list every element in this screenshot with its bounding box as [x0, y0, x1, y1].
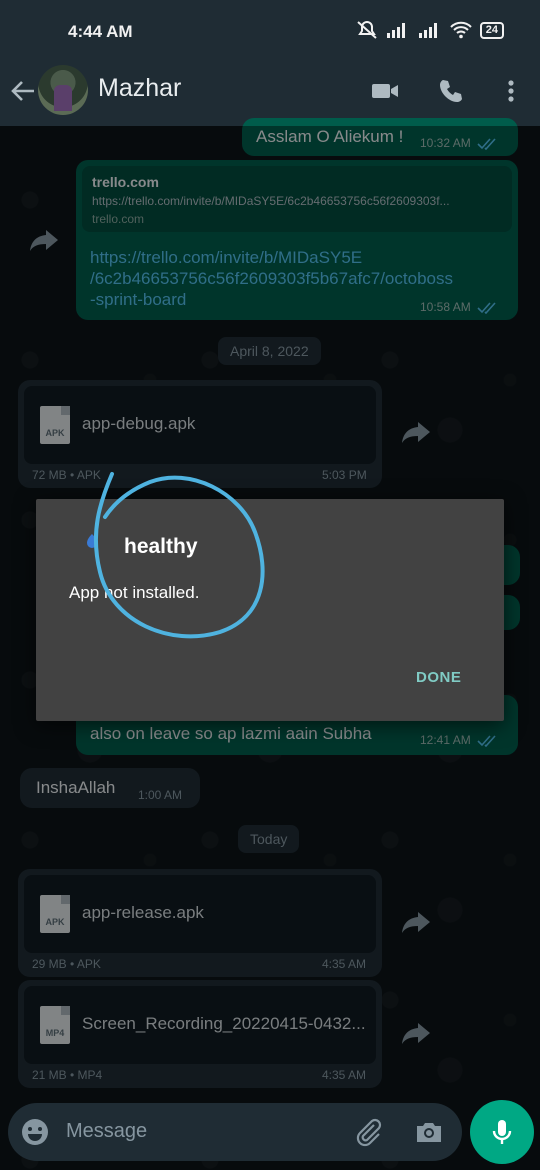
message-input[interactable]: Message [66, 1120, 147, 1143]
message-time: 5:03 PM [322, 468, 367, 482]
link-preview-url: https://trello.com/invite/b/MIDaSY5E/6c2… [92, 194, 450, 208]
apk-file-icon: APK [40, 895, 70, 933]
more-options-icon[interactable] [496, 76, 526, 106]
date-separator: Today [238, 825, 300, 853]
contact-name[interactable]: Mazhar [98, 74, 181, 103]
file-name: app-release.apk [82, 903, 204, 922]
file-card[interactable]: MP4 Screen_Recording_20220415-0432... [24, 986, 376, 1064]
voice-record-button[interactable] [470, 1100, 534, 1164]
file-card[interactable]: APK app-release.apk [24, 875, 376, 953]
link-message-bubble[interactable]: trello.com https://trello.com/invite/b/M… [76, 160, 518, 320]
read-ticks-icon [477, 302, 496, 314]
attach-icon[interactable] [354, 1117, 384, 1147]
camera-icon[interactable] [414, 1117, 444, 1147]
signal-icon-2 [418, 23, 437, 38]
status-bar: 4:44 AM 24 [0, 0, 540, 62]
file-meta: 29 MB • APK [32, 957, 101, 971]
link-preview-card[interactable]: trello.com https://trello.com/invite/b/M… [82, 166, 512, 232]
app-icon [87, 534, 97, 548]
back-arrow-icon[interactable] [8, 76, 38, 106]
message-text: also on leave so ap lazmi aain Subha [90, 724, 372, 743]
link-preview-domain: trello.com [92, 212, 145, 226]
message-bubble-incoming[interactable]: InshaAllah 1:00 AM [20, 768, 200, 808]
emoji-icon[interactable] [20, 1117, 50, 1147]
dialog-title: healthy [124, 535, 198, 558]
message-time: 12:41 AM [420, 733, 499, 747]
read-ticks-icon [477, 735, 496, 747]
mute-alarm-icon [357, 21, 377, 39]
chat-screen: 4:44 AM 24 Mazhar Asslam O Aliekum ! 10:… [0, 0, 540, 1170]
file-meta: 72 MB • APK [32, 468, 101, 482]
apk-file-icon: APK [40, 406, 70, 444]
voice-call-icon[interactable] [436, 76, 466, 106]
read-ticks-icon [477, 138, 496, 150]
message-bubble-outgoing[interactable]: Asslam O Aliekum ! 10:32 AM [242, 118, 518, 156]
status-time: 4:44 AM [68, 22, 133, 41]
video-file-icon: MP4 [40, 1006, 70, 1044]
message-time: 4:35 AM [322, 957, 367, 971]
signal-icon [386, 23, 405, 38]
done-button[interactable]: DONE [416, 669, 461, 686]
message-text: InshaAllah [36, 778, 116, 797]
link-line-3: -sprint-board [90, 290, 187, 309]
battery-indicator: 24 [479, 21, 504, 39]
file-message-bubble[interactable]: APK app-debug.apk 72 MB • APK 5:03 PM [18, 380, 382, 488]
link-preview-title: trello.com [92, 174, 159, 190]
link-text[interactable]: https://trello.com/invite/b/MIDaSY5E /6c… [90, 247, 453, 310]
file-message-bubble[interactable]: MP4 Screen_Recording_20220415-0432... 21… [18, 980, 382, 1088]
dialog-message: App not installed. [69, 583, 200, 602]
message-time: 10:32 AM [420, 136, 499, 150]
file-message-bubble[interactable]: APK app-release.apk 29 MB • APK 4:35 AM [18, 869, 382, 977]
file-card[interactable]: APK app-debug.apk [24, 386, 376, 464]
link-line-2: /6c2b46653756c56f2609303f5b67afc7/octobo… [90, 269, 453, 288]
forward-icon[interactable] [398, 904, 434, 940]
message-composer: Message [8, 1103, 462, 1161]
file-meta: 21 MB • MP4 [32, 1068, 103, 1082]
microphone-icon [492, 1120, 512, 1144]
wifi-icon [450, 21, 472, 39]
chat-header: Mazhar [0, 62, 540, 126]
date-separator: April 8, 2022 [218, 337, 321, 365]
forward-icon[interactable] [398, 1015, 434, 1051]
file-name: app-debug.apk [82, 414, 196, 433]
avatar[interactable] [38, 65, 88, 115]
message-time: 10:58 AM [420, 300, 499, 314]
forward-icon[interactable] [398, 414, 434, 450]
video-call-icon[interactable] [370, 76, 400, 106]
forward-icon[interactable] [26, 222, 62, 258]
file-name: Screen_Recording_20220415-0432... [82, 1014, 366, 1033]
status-icons: 24 [356, 20, 504, 40]
message-time: 1:00 AM [138, 788, 183, 802]
message-text: Asslam O Aliekum ! [256, 127, 404, 146]
install-result-dialog: healthy App not installed. DONE [36, 499, 504, 721]
link-line-1: https://trello.com/invite/b/MIDaSY5E [90, 248, 363, 267]
message-time: 4:35 AM [322, 1068, 367, 1082]
